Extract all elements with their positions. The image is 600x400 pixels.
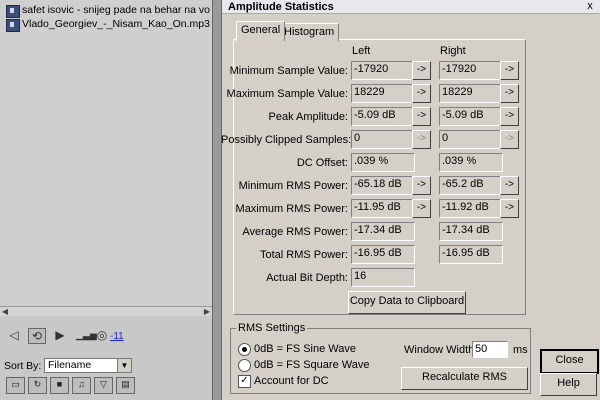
view-icon[interactable]: ▤ [116, 377, 135, 394]
window-width-label: Window Width: [404, 344, 478, 356]
audio-file-icon [6, 19, 20, 32]
row-label-average-rms: Average RMS Power: [242, 226, 348, 238]
sort-by-value: Filename [48, 359, 92, 371]
peak-amplitude-right-value: -5.09 dB [439, 107, 503, 126]
chevron-down-icon[interactable]: ▼ [117, 359, 131, 372]
refresh-icon[interactable]: ↻ [28, 377, 47, 394]
recalculate-rms-button[interactable]: Recalculate RMS [401, 367, 528, 390]
open-file-icon[interactable]: ▭ [6, 377, 25, 394]
file-name: safet isovic - snijeg pade na behar na v… [22, 4, 210, 16]
panel-divider[interactable] [212, 0, 222, 400]
volume-knob-icon[interactable]: ◎ [94, 328, 110, 342]
clipped-samples-left-value: 0 [351, 130, 415, 149]
autoplay-icon[interactable]: ◁ [6, 328, 22, 342]
max-rms-left-value: -11.95 dB [351, 199, 415, 218]
sine-wave-radio[interactable] [238, 343, 251, 356]
file-toolbar: ▭ ↻ ■ ♫ ▽ ▤ [0, 377, 212, 395]
audio-file-icon [6, 5, 20, 18]
goto-min-left-button[interactable]: -> [412, 61, 431, 80]
goto-clipped-left-button[interactable]: -> [412, 130, 431, 149]
filter-icon[interactable]: ▽ [94, 377, 113, 394]
peak-amplitude-left-value: -5.09 dB [351, 107, 415, 126]
close-icon[interactable]: x [583, 0, 597, 12]
loop-icon[interactable]: ⟲ [28, 328, 46, 344]
copy-to-clipboard-button[interactable]: Copy Data to Clipboard [348, 291, 466, 314]
goto-peak-left-button[interactable]: -> [412, 107, 431, 126]
play-icon[interactable]: ▶ [52, 328, 68, 342]
account-for-dc-checkbox[interactable]: ✓ [238, 375, 251, 388]
row-label-bit-depth: Actual Bit Depth: [266, 272, 348, 284]
window-width-unit: ms [513, 344, 528, 356]
row-label-max-rms: Maximum RMS Power: [235, 203, 348, 215]
max-rms-right-value: -11.92 dB [439, 199, 503, 218]
goto-clipped-right-button[interactable]: -> [500, 130, 519, 149]
total-rms-right-value: -16.95 dB [439, 245, 503, 264]
column-header-left: Left [352, 45, 371, 57]
total-rms-left-value: -16.95 dB [351, 245, 415, 264]
list-item[interactable]: safet isovic - snijeg pade na behar na v… [6, 4, 210, 18]
list-item[interactable]: Vlado_Georgiev_-_Nisam_Kao_On.mp3 [6, 18, 210, 32]
rms-settings-legend: RMS Settings [236, 322, 308, 334]
clipped-samples-right-value: 0 [439, 130, 503, 149]
scroll-left-icon[interactable]: ◀ [0, 307, 10, 316]
min-rms-left-value: -65.18 dB [351, 176, 415, 195]
goto-min-rms-left-button[interactable]: -> [412, 176, 431, 195]
row-label-min-sample: Minimum Sample Value: [229, 65, 348, 77]
row-label-dc-offset: DC Offset: [296, 157, 348, 169]
column-header-right: Right [440, 45, 466, 57]
dc-offset-right-value: .039 % [439, 153, 503, 172]
tab-general[interactable]: General [236, 21, 286, 41]
tab-histogram[interactable]: Histogram [279, 23, 340, 41]
horizontal-scrollbar[interactable]: ◀ ▶ [0, 306, 212, 316]
row-label-min-rms: Minimum RMS Power: [238, 180, 348, 192]
square-wave-label[interactable]: 0dB = FS Square Wave [254, 359, 369, 371]
goto-peak-right-button[interactable]: -> [500, 107, 519, 126]
close-file-icon[interactable]: ■ [50, 377, 69, 394]
goto-max-rms-right-button[interactable]: -> [500, 199, 519, 218]
max-sample-right-value: 18229 [439, 84, 503, 103]
goto-min-rms-right-button[interactable]: -> [500, 176, 519, 195]
account-for-dc-label[interactable]: Account for DC [254, 375, 329, 387]
sine-wave-label[interactable]: 0dB = FS Sine Wave [254, 343, 356, 355]
help-button[interactable]: Help [540, 373, 597, 396]
transport-controls: ◁ ⟲ ▶ ▁▃▅ ◎ [0, 320, 212, 350]
volume-level[interactable]: -11 [110, 331, 124, 342]
row-label-peak-amplitude: Peak Amplitude: [268, 111, 349, 123]
goto-max-left-button[interactable]: -> [412, 84, 431, 103]
square-wave-radio[interactable] [238, 359, 251, 372]
bit-depth-value: 16 [351, 268, 415, 287]
file-name: Vlado_Georgiev_-_Nisam_Kao_On.mp3 [22, 18, 210, 30]
window-width-input[interactable]: 50 [472, 341, 508, 358]
dialog-title: Amplitude Statistics [228, 1, 334, 13]
row-label-max-sample: Maximum Sample Value: [226, 88, 348, 100]
row-label-clipped-samples: Possibly Clipped Samples: [221, 134, 352, 146]
goto-min-right-button[interactable]: -> [500, 61, 519, 80]
insert-icon[interactable]: ♫ [72, 377, 91, 394]
file-list[interactable]: safet isovic - snijeg pade na behar na v… [0, 0, 212, 310]
min-rms-right-value: -65.2 dB [439, 176, 503, 195]
average-rms-left-value: -17.34 dB [351, 222, 415, 241]
goto-max-right-button[interactable]: -> [500, 84, 519, 103]
min-sample-left-value: -17920 [351, 61, 415, 80]
dc-offset-left-value: .039 % [351, 153, 415, 172]
min-sample-right-value: -17920 [439, 61, 503, 80]
goto-max-rms-left-button[interactable]: -> [412, 199, 431, 218]
row-label-total-rms: Total RMS Power: [259, 249, 348, 261]
max-sample-left-value: 18229 [351, 84, 415, 103]
volume-bars-icon: ▁▃▅ [76, 330, 97, 340]
average-rms-right-value: -17.34 dB [439, 222, 503, 241]
scroll-right-icon[interactable]: ▶ [202, 307, 212, 316]
sort-by-label: Sort By: [4, 360, 42, 372]
sort-by-select[interactable]: Filename ▼ [44, 358, 132, 373]
close-button[interactable]: Close [540, 349, 599, 374]
